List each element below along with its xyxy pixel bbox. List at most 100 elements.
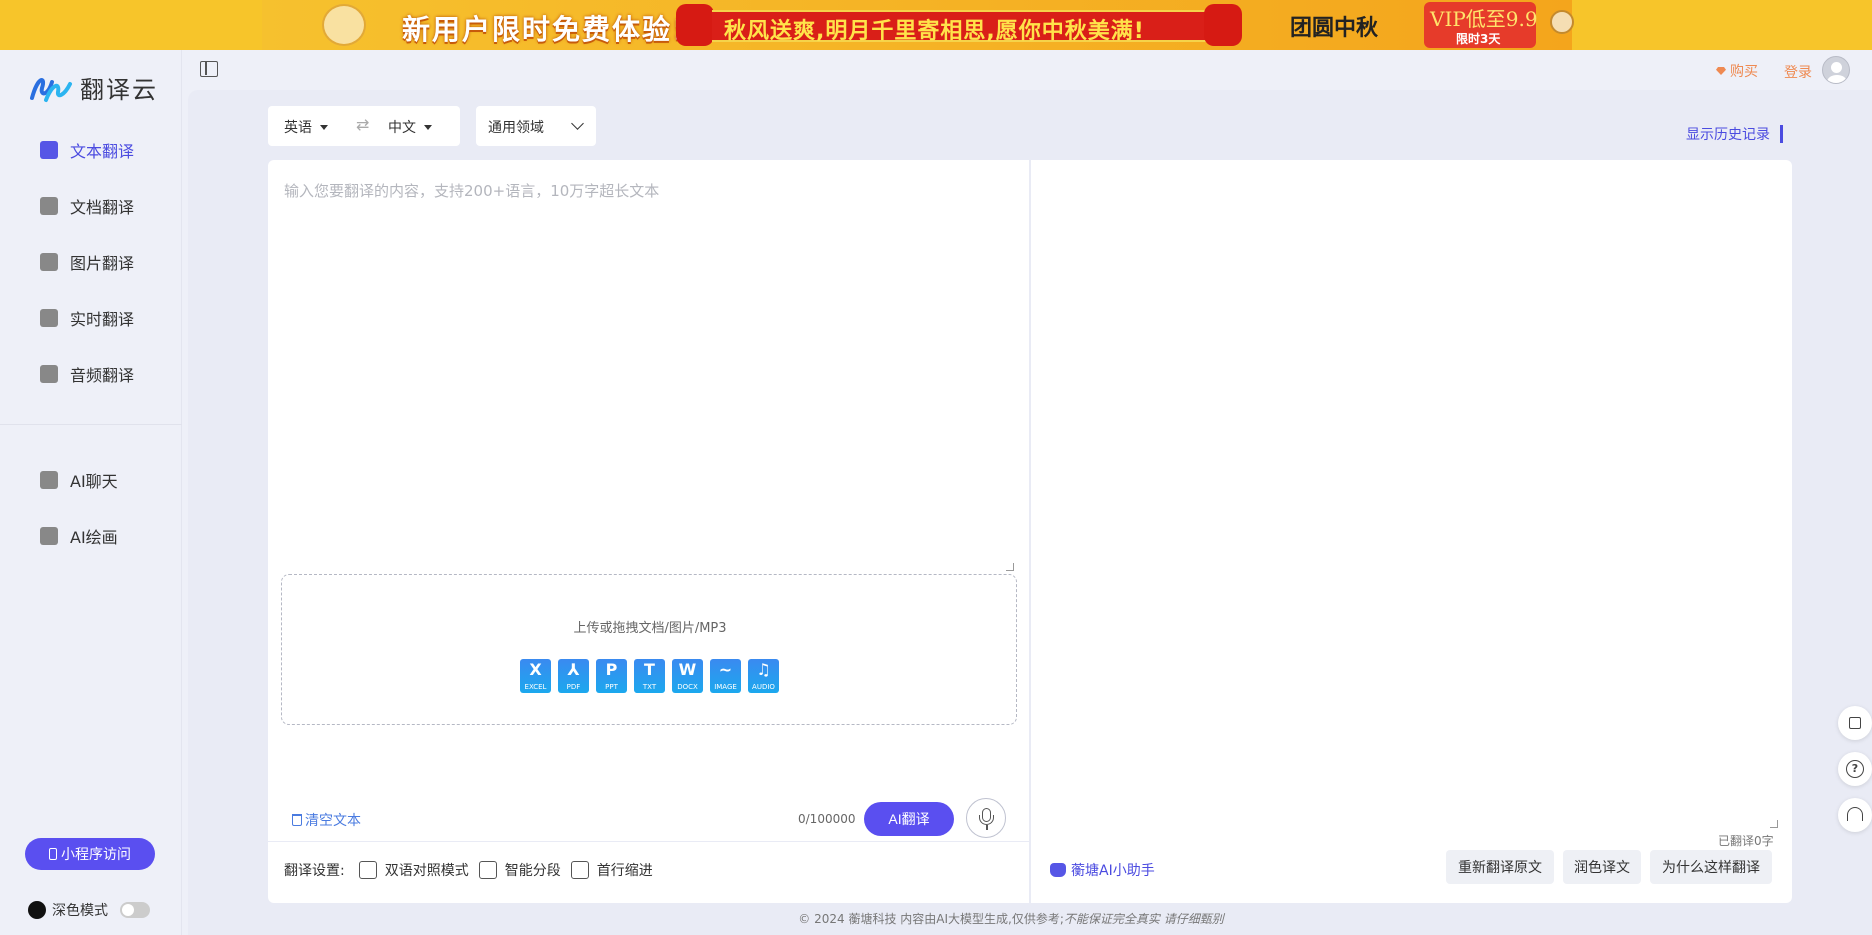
vip-sub: 限时3天	[1456, 32, 1501, 46]
smart-paragraph-checkbox[interactable]: 智能分段	[478, 860, 561, 880]
caret-down-icon	[424, 124, 432, 130]
assistant-label: 蘅塘AI小助手	[1071, 863, 1155, 879]
file-type-icons: X EXCEL ⅄ PDF P PPT T TXT W DOCX ~ IMAGE…	[520, 659, 779, 693]
buy-label: 购买	[1730, 64, 1758, 80]
ai-chat-icon	[40, 471, 58, 489]
ai-translate-button[interactable]: AI翻译	[864, 802, 954, 836]
sidebar-item-label: 音频翻译	[70, 366, 135, 385]
panel-divider	[1029, 160, 1031, 903]
list-button[interactable]	[1838, 706, 1872, 740]
mini-program-label: 小程序访问	[61, 847, 131, 863]
why-translate-button[interactable]: 为什么这样翻译	[1650, 850, 1772, 884]
history-label: 显示历史记录	[1686, 127, 1770, 143]
polish-button[interactable]: 润色译文	[1563, 850, 1641, 884]
txt-icon[interactable]: T TXT	[634, 659, 665, 693]
target-panel	[1031, 160, 1792, 903]
caret-down-icon	[320, 124, 328, 130]
char-count: 0/100000	[798, 812, 856, 826]
clear-text-button[interactable]: 清空文本	[292, 810, 361, 830]
document-translate-icon	[40, 197, 58, 215]
sidebar: 翻译云 文本翻译 文档翻译 图片翻译 实时翻译 音频翻译 AI聊天 AI绘画 小…	[0, 50, 182, 935]
target-language-label: 中文	[388, 120, 416, 136]
translated-count: 已翻译0字	[1718, 834, 1774, 848]
target-language-select[interactable]: 中文	[388, 117, 432, 137]
sidebar-item-realtime-translate[interactable]: 实时翻译	[0, 290, 182, 346]
sidebar-item-image-translate[interactable]: 图片翻译	[0, 234, 182, 290]
audio-translate-icon	[40, 365, 58, 383]
login-link[interactable]: 登录	[1784, 62, 1812, 82]
support-button[interactable]	[1838, 798, 1872, 832]
domain-label: 通用领域	[488, 120, 544, 136]
docx-icon[interactable]: W DOCX	[672, 659, 703, 693]
list-icon	[1849, 717, 1861, 729]
pdf-icon[interactable]: ⅄ PDF	[558, 659, 589, 693]
source-language-label: 英语	[284, 120, 312, 136]
help-icon: ?	[1846, 760, 1864, 778]
chevron-down-icon	[571, 117, 584, 130]
clear-text-label: 清空文本	[305, 813, 361, 829]
logo-icon	[30, 77, 72, 102]
checkbox-label: 首行缩进	[596, 863, 653, 879]
sidebar-item-ai-paint[interactable]: AI绘画	[0, 508, 182, 564]
mini-program-button[interactable]: 小程序访问	[25, 838, 155, 870]
sidebar-item-document-translate[interactable]: 文档翻译	[0, 178, 182, 234]
image-translate-icon	[40, 253, 58, 271]
upload-dropzone[interactable]: 上传或拖拽文档/图片/MP3 X EXCEL ⅄ PDF P PPT T TXT…	[281, 574, 1017, 725]
help-button[interactable]: ?	[1838, 752, 1872, 786]
resize-handle[interactable]	[1770, 820, 1778, 828]
history-bar-icon	[1780, 125, 1783, 143]
realtime-translate-icon	[40, 309, 58, 327]
excel-icon[interactable]: X EXCEL	[520, 659, 551, 693]
source-language-select[interactable]: 英语	[284, 117, 328, 137]
checkbox-box[interactable]	[570, 861, 589, 879]
promo-ribbon-text: 秋风送爽,明月千里寄相思,愿你中秋美满!	[724, 19, 1145, 44]
sidebar-item-label: AI聊天	[70, 472, 118, 491]
sidebar-item-label: 文本翻译	[70, 142, 135, 161]
avatar[interactable]	[1822, 56, 1850, 84]
sidebar-item-text-translate[interactable]: 文本翻译	[0, 122, 182, 178]
phone-icon	[49, 848, 57, 860]
logo[interactable]: 翻译云	[28, 70, 158, 105]
buy-link[interactable]: 购买	[1716, 61, 1758, 81]
language-selector: 英语 ⇄ 中文	[268, 106, 460, 146]
mascot-icon	[322, 4, 366, 46]
checkbox-box[interactable]	[478, 861, 497, 879]
resize-handle[interactable]	[1006, 563, 1014, 571]
ai-assistant-link[interactable]: 蘅塘AI小助手	[1050, 860, 1155, 880]
upload-label: 上传或拖拽文档/图片/MP3	[573, 621, 727, 636]
audio-icon[interactable]: ♫ AUDIO	[748, 659, 779, 693]
sidebar-item-label: 文档翻译	[70, 198, 135, 217]
microphone-button[interactable]	[966, 798, 1006, 838]
checkbox-box[interactable]	[358, 861, 377, 879]
sidebar-item-ai-chat[interactable]: AI聊天	[0, 452, 182, 508]
lantern-icon	[1204, 4, 1242, 46]
show-history-link[interactable]: 显示历史记录	[1686, 124, 1783, 144]
lantern-icon	[676, 4, 714, 46]
swap-languages-icon[interactable]: ⇄	[356, 115, 369, 134]
floating-tools: ?	[1838, 706, 1872, 844]
retranslate-button[interactable]: 重新翻译原文	[1446, 850, 1554, 884]
vip-price: VIP低至9.9	[1430, 7, 1538, 31]
robot-icon	[1050, 863, 1066, 877]
ppt-icon[interactable]: P PPT	[596, 659, 627, 693]
first-line-indent-checkbox[interactable]: 首行缩进	[570, 860, 653, 880]
trash-icon	[292, 814, 302, 826]
promo-headline: 新用户限时免费体验!	[402, 13, 687, 46]
ai-paint-icon	[40, 527, 58, 545]
text-translate-icon	[40, 141, 58, 159]
mid-autumn-text: 团圆中秋	[1290, 15, 1379, 41]
sidebar-item-label: 图片翻译	[70, 254, 135, 273]
source-text-input[interactable]	[284, 180, 1014, 570]
sidebar-item-label: 实时翻译	[70, 310, 135, 329]
settings-divider	[268, 841, 1030, 842]
footer: © 2024 蘅塘科技 内容由AI大模型生成,仅供参考;不能保证完全真实 请仔细…	[0, 910, 1872, 927]
promo-banner[interactable]: 新用户限时免费体验! 秋风送爽,明月千里寄相思,愿你中秋美满! 团圆中秋 VIP…	[0, 0, 1872, 50]
bilingual-mode-checkbox[interactable]: 双语对照模式	[358, 860, 469, 880]
sidebar-collapse-icon[interactable]	[200, 61, 218, 77]
diamond-icon	[1716, 67, 1726, 75]
image-icon[interactable]: ~ IMAGE	[710, 659, 741, 693]
sidebar-item-audio-translate[interactable]: 音频翻译	[0, 346, 182, 402]
rabbit-icon	[1550, 10, 1574, 34]
translate-settings: 翻译设置: 双语对照模式 智能分段 首行缩进	[284, 860, 663, 880]
domain-select[interactable]: 通用领域	[476, 106, 596, 146]
